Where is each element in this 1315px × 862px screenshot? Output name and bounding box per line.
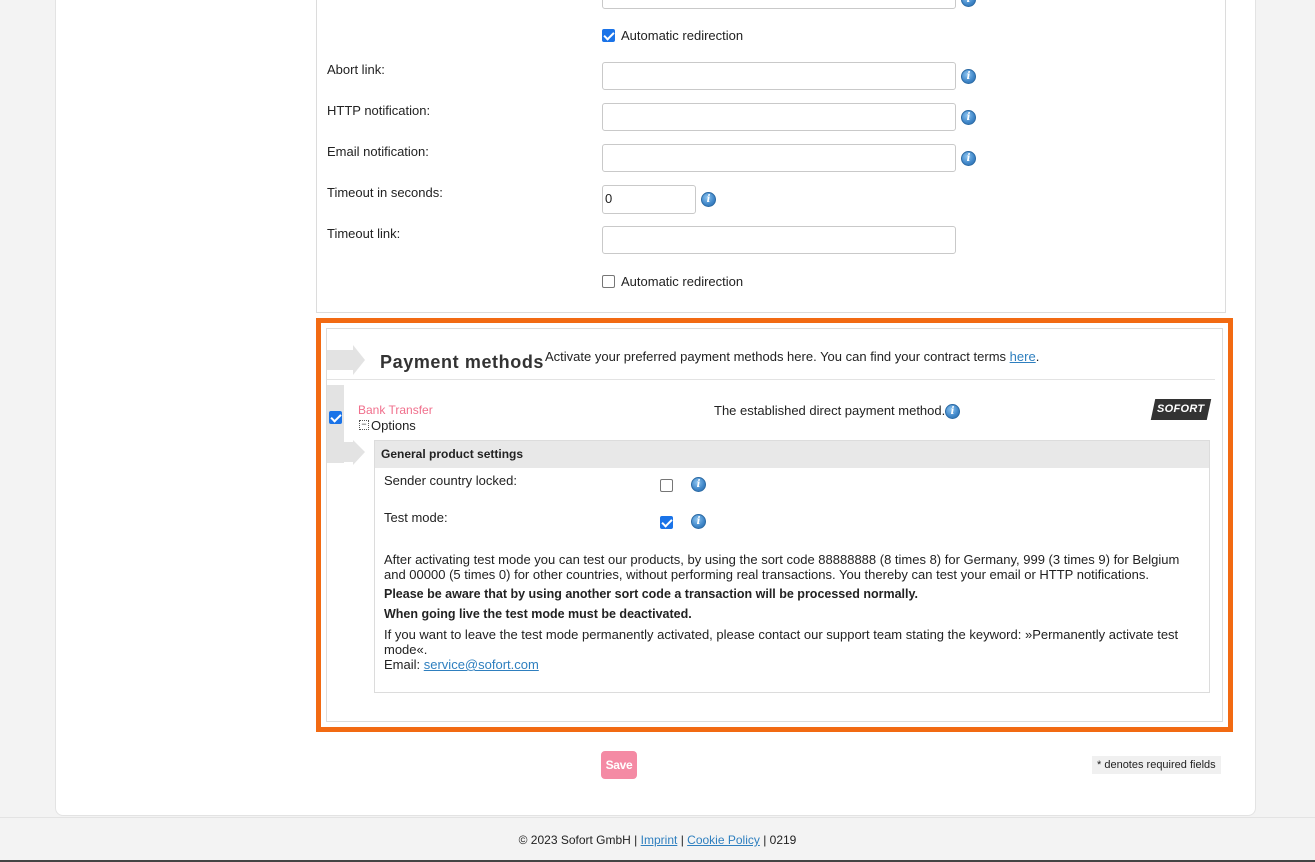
options-toggle-icon[interactable]: − — [359, 420, 369, 430]
payment-methods-description: Activate your preferred payment methods … — [545, 349, 1039, 364]
http-notification-label: HTTP notification: — [327, 103, 431, 118]
section-divider — [327, 379, 1215, 380]
required-fields-note: * denotes required fields — [1092, 756, 1221, 774]
cookie-policy-link[interactable]: Cookie Policy — [687, 833, 760, 847]
sofort-logo-text: SOFORT — [1157, 403, 1205, 415]
save-button[interactable]: Save — [601, 751, 637, 779]
imprint-link[interactable]: Imprint — [641, 833, 678, 847]
test-info-permanent: If you want to leave the test mode perma… — [384, 627, 1179, 657]
options-label[interactable]: Options — [371, 418, 416, 433]
auto-redirect-checkbox-1[interactable] — [602, 29, 615, 42]
bank-transfer-tagline: The established direct payment method. — [714, 403, 946, 418]
footer-version: | 0219 — [763, 833, 797, 847]
auto-redirect-checkbox-2[interactable] — [602, 275, 615, 288]
bank-transfer-checkbox[interactable] — [329, 411, 342, 424]
description-text: Activate your preferred payment methods … — [545, 349, 1007, 364]
auto-redirect-label-1: Automatic redirection — [621, 28, 744, 43]
payment-methods-title: Payment methods — [380, 352, 545, 372]
test-info-paragraph: After activating test mode you can test … — [384, 552, 1180, 582]
email-notification-input[interactable] — [602, 144, 956, 172]
test-info-warning: Please be aware that by using another so… — [384, 587, 918, 601]
auto-redirect-label-2: Automatic redirection — [621, 274, 744, 289]
test-mode-label: Test mode: — [384, 510, 448, 525]
support-email-line: Email: service@sofort.com — [384, 657, 539, 672]
info-icon[interactable]: i — [961, 151, 976, 166]
description-end: . — [1035, 349, 1040, 364]
email-notification-label: Email notification: — [327, 144, 429, 159]
footer-copyright: © 2023 Sofort GmbH | — [518, 833, 638, 847]
sender-country-label: Sender country locked: — [384, 473, 517, 488]
sofort-logo: SOFORT — [1150, 399, 1212, 420]
http-notification-input[interactable] — [602, 103, 956, 131]
info-icon[interactable]: i — [945, 404, 960, 419]
footer: © 2023 Sofort GmbH | Imprint | Cookie Po… — [0, 817, 1315, 862]
info-icon[interactable]: i — [701, 192, 716, 207]
general-settings-heading: General product settings — [375, 441, 1209, 468]
info-icon[interactable]: i — [961, 110, 976, 125]
timeout-link-label: Timeout link: — [327, 226, 401, 241]
timeout-seconds-input[interactable]: 0 — [602, 185, 696, 214]
support-email-link[interactable]: service@sofort.com — [424, 657, 539, 672]
timeout-link-input[interactable] — [602, 226, 956, 254]
test-info-golive: When going live the test mode must be de… — [384, 607, 692, 621]
info-icon[interactable]: i — [691, 514, 706, 529]
footer-separator: | — [680, 833, 684, 847]
support-email-label: Email: — [384, 657, 421, 672]
info-icon[interactable]: i — [961, 69, 976, 84]
success-link-input[interactable] — [602, 0, 956, 9]
abort-link-input[interactable] — [602, 62, 956, 90]
section-arrow-icon — [327, 345, 365, 375]
info-icon[interactable]: i — [691, 477, 706, 492]
row-arrow-icon — [327, 440, 365, 465]
test-mode-checkbox[interactable] — [660, 516, 673, 529]
timeout-seconds-label: Timeout in seconds: — [327, 185, 443, 200]
sender-country-checkbox[interactable] — [660, 479, 673, 492]
abort-link-label: Abort link: — [327, 62, 385, 77]
contract-terms-link[interactable]: here — [1010, 349, 1036, 364]
bank-transfer-name[interactable]: Bank Transfer — [358, 403, 433, 417]
